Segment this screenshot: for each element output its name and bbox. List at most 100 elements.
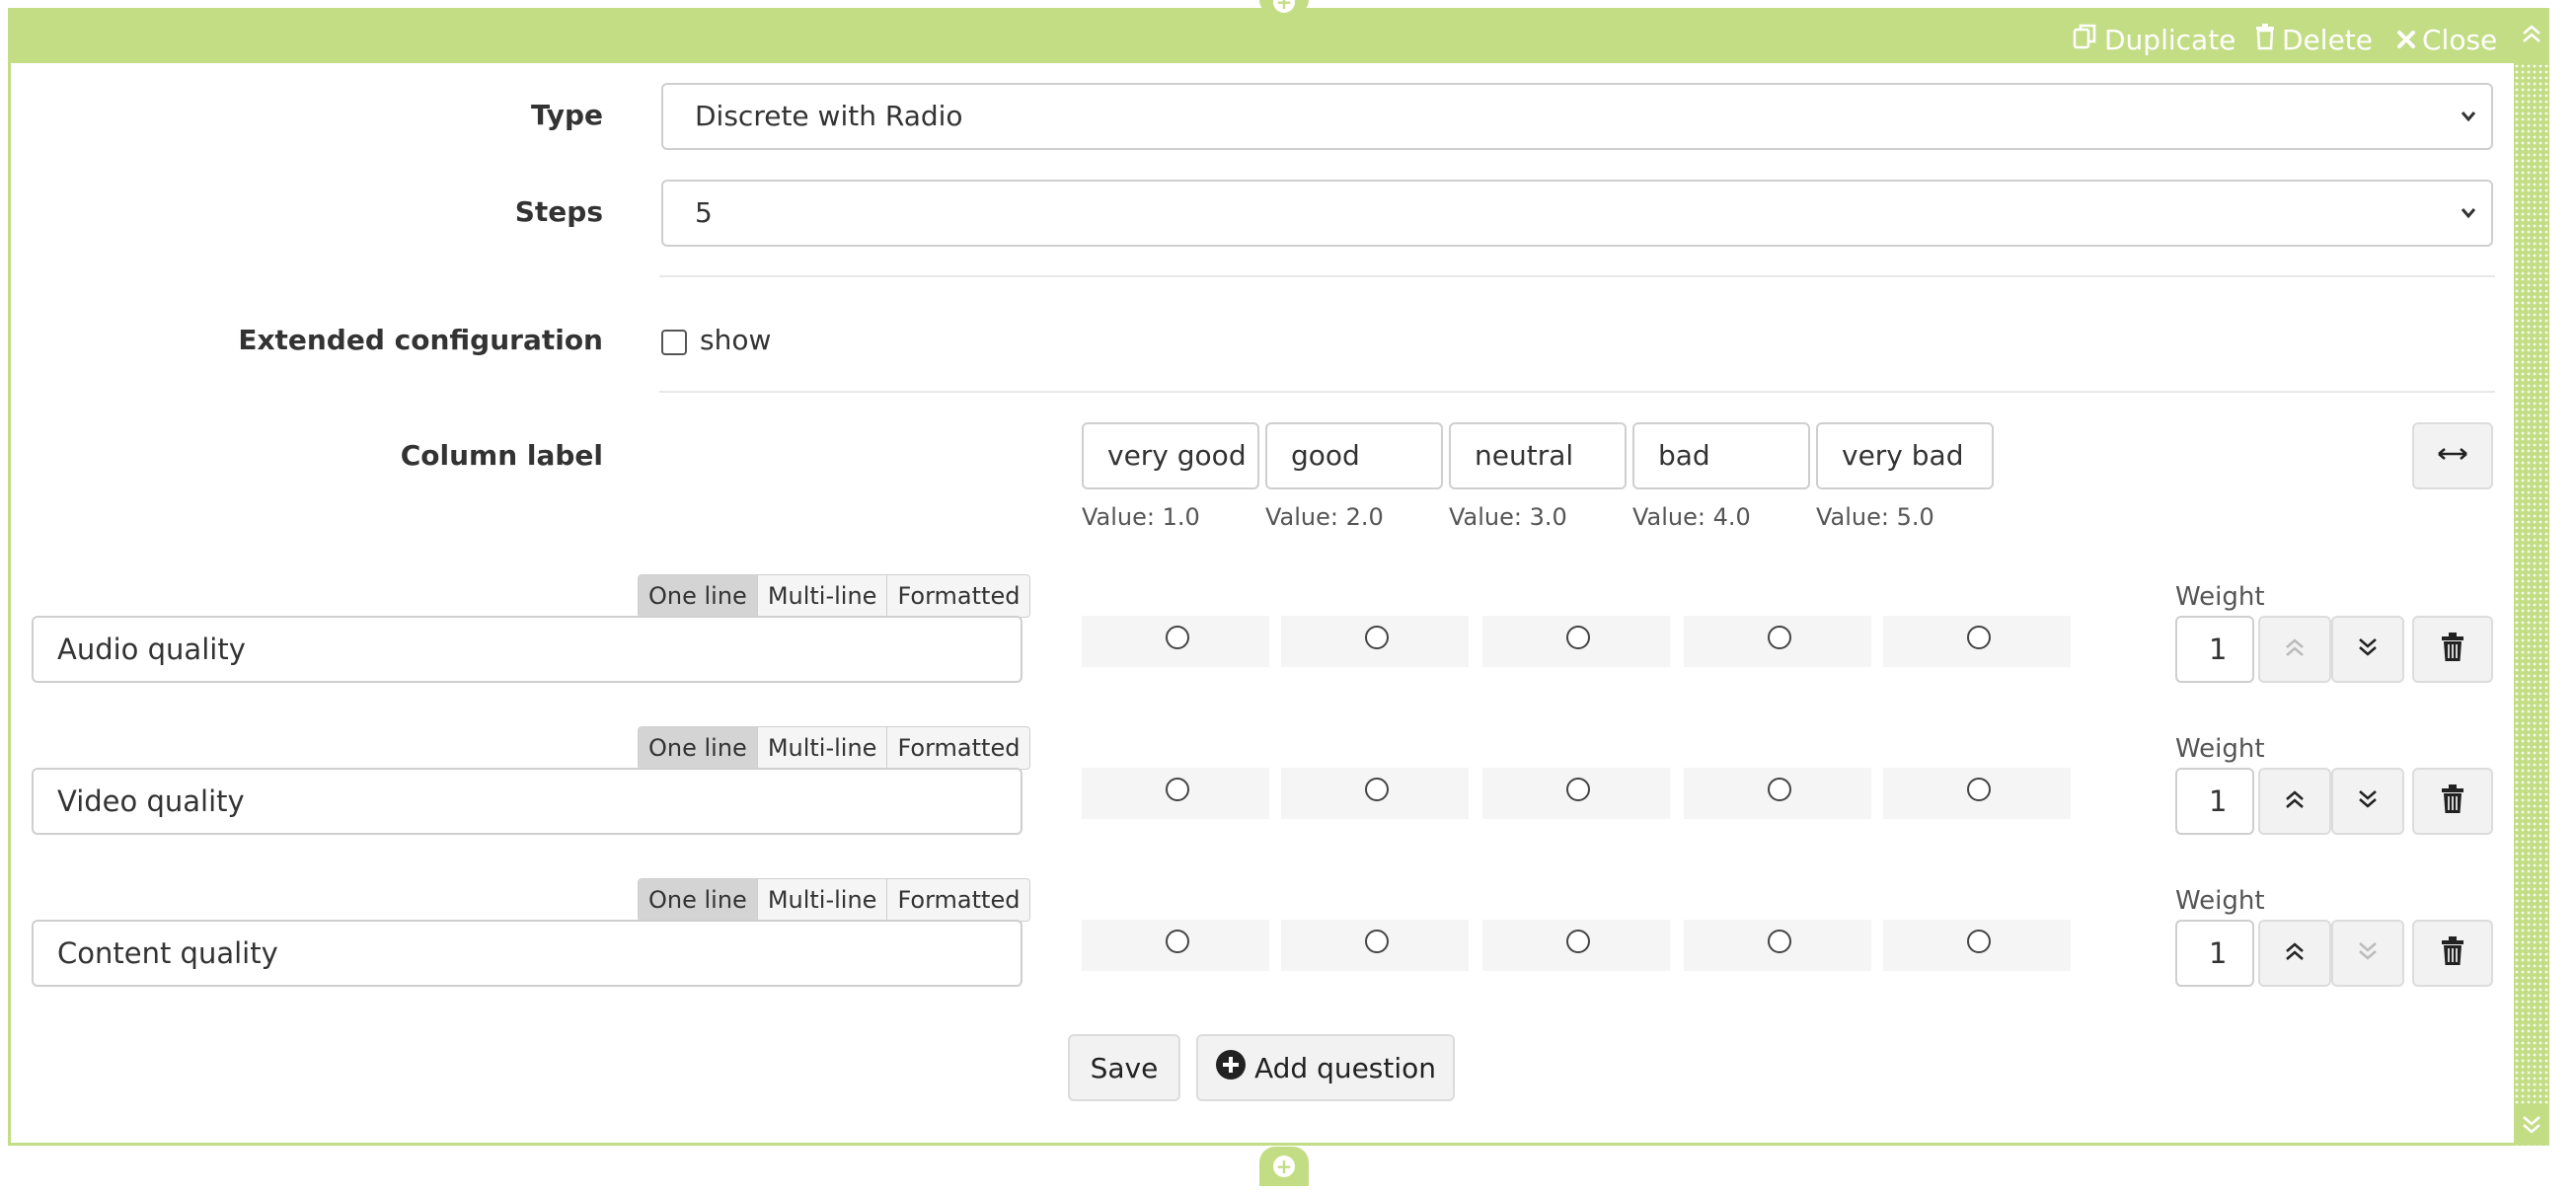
mode-formatted[interactable]: Formatted xyxy=(887,575,1029,617)
close-label: Close xyxy=(2422,24,2498,56)
mode-one-line[interactable]: One line xyxy=(639,575,758,617)
mode-formatted[interactable]: Formatted xyxy=(887,879,1029,921)
column-value: Value: 1.0 xyxy=(1082,503,1200,531)
chevron-down-icon xyxy=(2460,182,2477,270)
type-label: Type xyxy=(530,99,603,131)
insert-above-button[interactable]: + xyxy=(1259,0,1309,14)
editor-toolbar: Duplicate Delete Close xyxy=(8,8,2517,63)
question-mode-toggle: One line Multi-line Formatted xyxy=(638,726,1031,770)
insert-below-button[interactable]: + xyxy=(1259,1147,1309,1186)
question-text-input[interactable]: Content quality xyxy=(32,920,1023,987)
chevron-double-up-icon xyxy=(2284,787,2306,815)
column-label-input[interactable]: very bad xyxy=(1816,422,1994,489)
move-up-button[interactable] xyxy=(2258,920,2331,987)
radio-button[interactable] xyxy=(1365,930,1389,953)
delete-question-button[interactable] xyxy=(2412,768,2493,835)
radio-button[interactable] xyxy=(1768,778,1791,801)
plus-circle-icon: + xyxy=(1273,1156,1295,1177)
column-label-input[interactable]: neutral xyxy=(1449,422,1627,489)
divider xyxy=(659,391,2495,393)
mode-multi-line[interactable]: Multi-line xyxy=(758,879,888,921)
column-label-label: Column label xyxy=(400,439,603,472)
column-value: Value: 2.0 xyxy=(1265,503,1384,531)
extended-config-label: Extended configuration xyxy=(238,324,603,356)
weight-input[interactable]: 1 xyxy=(2175,920,2254,987)
column-label-input[interactable]: very good xyxy=(1082,422,1259,489)
weight-label: Weight xyxy=(2175,582,2265,612)
radio-button[interactable] xyxy=(1566,626,1590,649)
close-icon xyxy=(2396,24,2416,57)
column-label-input[interactable]: bad xyxy=(1632,422,1810,489)
type-select[interactable]: Discrete with Radio xyxy=(661,83,2493,150)
radio-cell xyxy=(1281,768,1469,819)
column-value: Value: 3.0 xyxy=(1449,503,1567,531)
plus-circle-icon: + xyxy=(1273,0,1295,13)
delete-label: Delete xyxy=(2282,24,2373,56)
radio-button[interactable] xyxy=(1768,930,1791,953)
trash-icon xyxy=(2441,633,2464,666)
steps-select-value: 5 xyxy=(695,196,713,229)
resize-strip[interactable] xyxy=(2514,63,2549,1146)
close-button[interactable]: Close xyxy=(2396,24,2497,57)
radio-button[interactable] xyxy=(1566,930,1590,953)
move-up-button[interactable] xyxy=(2258,768,2331,835)
trash-icon xyxy=(2441,936,2464,970)
radio-button[interactable] xyxy=(1768,626,1791,649)
radio-button[interactable] xyxy=(1365,626,1389,649)
radio-button[interactable] xyxy=(1166,626,1189,649)
column-value: Value: 5.0 xyxy=(1816,503,1934,531)
move-down-button[interactable] xyxy=(2331,768,2404,835)
delete-question-button[interactable] xyxy=(2412,920,2493,987)
expand-columns-button[interactable] xyxy=(2412,422,2493,489)
radio-cell xyxy=(1482,616,1670,667)
chevron-double-up-icon xyxy=(2514,22,2549,50)
collapse-button[interactable] xyxy=(2514,8,2549,63)
chevron-double-down-icon xyxy=(2357,939,2379,967)
mode-one-line[interactable]: One line xyxy=(639,727,758,769)
mode-multi-line[interactable]: Multi-line xyxy=(758,727,888,769)
radio-button[interactable] xyxy=(1566,778,1590,801)
move-down-button[interactable] xyxy=(2331,920,2404,987)
radio-cell xyxy=(1684,616,1871,667)
move-up-button[interactable] xyxy=(2258,616,2331,683)
question-text-input[interactable]: Audio quality xyxy=(32,616,1023,683)
weight-input[interactable]: 1 xyxy=(2175,616,2254,683)
radio-cell xyxy=(1883,920,2071,971)
duplicate-label: Duplicate xyxy=(2104,24,2236,56)
extended-config-show-label[interactable]: show xyxy=(700,324,771,356)
radio-button[interactable] xyxy=(1166,778,1189,801)
save-button[interactable]: Save xyxy=(1068,1034,1180,1101)
column-label-input[interactable]: good xyxy=(1265,422,1443,489)
radio-button[interactable] xyxy=(1967,930,1991,953)
extended-config-checkbox[interactable] xyxy=(661,330,687,355)
radio-button[interactable] xyxy=(1166,930,1189,953)
mode-multi-line[interactable]: Multi-line xyxy=(758,575,888,617)
radio-cell xyxy=(1684,920,1871,971)
chevron-double-up-icon xyxy=(2284,635,2306,663)
delete-button[interactable]: Delete xyxy=(2254,24,2373,57)
weight-input[interactable]: 1 xyxy=(2175,768,2254,835)
radio-button[interactable] xyxy=(1967,778,1991,801)
column-value: Value: 4.0 xyxy=(1632,503,1751,531)
radio-cell xyxy=(1082,920,1269,971)
add-question-button[interactable]: Add question xyxy=(1196,1034,1455,1101)
radio-cell xyxy=(1684,768,1871,819)
chevron-double-down-icon xyxy=(2514,1113,2549,1142)
move-down-button[interactable] xyxy=(2331,616,2404,683)
question-text-input[interactable]: Video quality xyxy=(32,768,1023,835)
mode-formatted[interactable]: Formatted xyxy=(887,727,1029,769)
radio-cell xyxy=(1482,920,1670,971)
radio-button[interactable] xyxy=(1967,626,1991,649)
steps-select[interactable]: 5 xyxy=(661,180,2493,247)
mode-one-line[interactable]: One line xyxy=(639,879,758,921)
radio-button[interactable] xyxy=(1365,778,1389,801)
radio-cell xyxy=(1281,920,1469,971)
plus-circle-icon xyxy=(1215,1049,1247,1087)
duplicate-button[interactable]: Duplicate xyxy=(2073,24,2235,57)
radio-cell xyxy=(1082,768,1269,819)
radio-cell xyxy=(1082,616,1269,667)
expand-button[interactable] xyxy=(2514,1105,2549,1145)
divider xyxy=(659,275,2495,277)
delete-question-button[interactable] xyxy=(2412,616,2493,683)
question-mode-toggle: One line Multi-line Formatted xyxy=(638,878,1031,922)
